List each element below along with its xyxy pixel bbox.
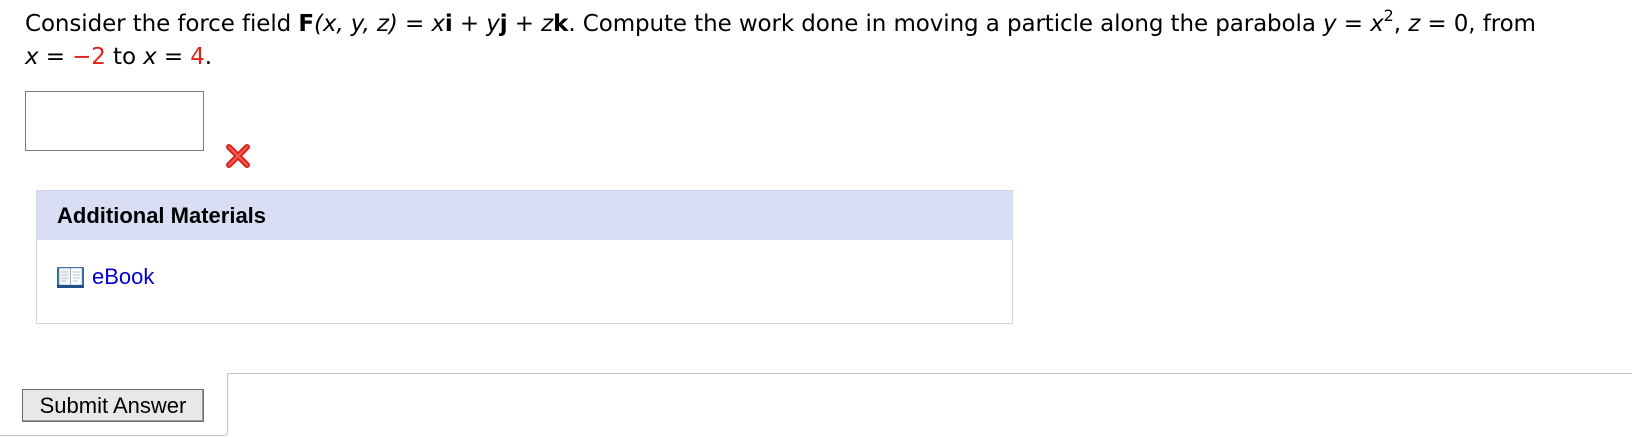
- term2-unit: j: [499, 11, 508, 37]
- equals-sign: =: [156, 44, 191, 70]
- to-value: 4: [190, 44, 205, 70]
- term1-var: x: [431, 11, 445, 37]
- from-var: x: [25, 44, 39, 70]
- wrong-x-icon: [226, 144, 250, 168]
- book-icon: [57, 267, 84, 288]
- term1-unit: i: [444, 11, 453, 37]
- equals-sign: =: [1336, 11, 1371, 37]
- term3-var: z: [541, 11, 554, 37]
- question-middle: . Compute the work done in moving a part…: [568, 11, 1324, 37]
- additional-materials-panel: Additional Materials eBook: [36, 190, 1013, 324]
- question-intro: Consider the force field: [25, 11, 299, 37]
- to-text: to: [105, 44, 144, 70]
- plus-sign: +: [507, 11, 542, 37]
- ebook-link[interactable]: eBook: [56, 264, 154, 290]
- curve-z-var: z: [1408, 11, 1421, 37]
- field-args: (x, y, z): [313, 11, 398, 37]
- equals-sign: =: [38, 44, 73, 70]
- question-text: Consider the force field F(x, y, z) = xi…: [25, 8, 1620, 74]
- curve-exponent: 2: [1383, 6, 1394, 25]
- from-value: −2: [72, 44, 106, 70]
- term3-unit: k: [553, 11, 569, 37]
- additional-materials-header: Additional Materials: [37, 191, 1012, 240]
- ebook-label: eBook: [92, 264, 155, 289]
- curve-y-var: y: [1323, 11, 1337, 37]
- curve-x-var: x: [1370, 11, 1384, 37]
- answer-input[interactable]: [25, 91, 204, 151]
- submit-answer-button[interactable]: Submit Answer: [22, 389, 204, 422]
- plus-sign: +: [452, 11, 487, 37]
- footer-divider-top: [228, 373, 1632, 374]
- to-var: x: [143, 44, 157, 70]
- question-end: .: [204, 44, 213, 70]
- curve-z-equation: = 0, from: [1420, 11, 1536, 37]
- separator: ,: [1393, 11, 1409, 37]
- equals-sign: =: [397, 11, 432, 37]
- field-symbol: F: [298, 11, 314, 37]
- term2-var: y: [486, 11, 500, 37]
